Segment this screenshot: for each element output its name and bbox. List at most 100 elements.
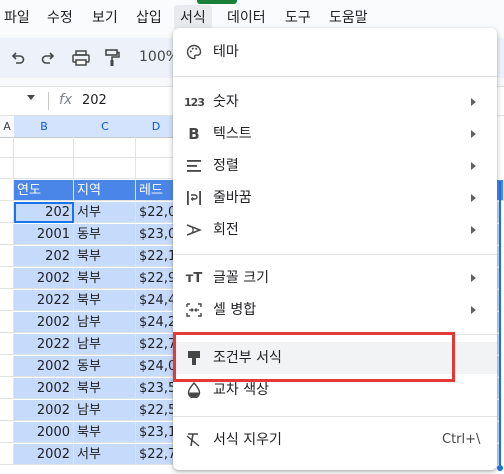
header-cell-red[interactable]: 레드 [136, 180, 176, 201]
menu-item-label: 숫자 [213, 94, 239, 110]
cell[interactable]: 2002 [14, 444, 74, 465]
submenu-arrow-icon [471, 306, 476, 314]
column-header-c[interactable]: C [74, 116, 137, 138]
cell[interactable] [0, 334, 14, 355]
redo-icon[interactable] [38, 48, 58, 68]
cell[interactable]: 서부 [74, 444, 136, 465]
menu-item-clear-formatting[interactable]: 서식 지우기 Ctrl+\ [173, 424, 497, 456]
active-menu-indicator [197, 0, 237, 4]
cell[interactable]: $23,0 [136, 224, 176, 245]
cell[interactable]: 북부 [74, 378, 136, 399]
cell[interactable]: 202 [14, 246, 74, 267]
menu-data[interactable]: 데이터 [227, 9, 266, 27]
cell[interactable] [136, 137, 176, 158]
cell[interactable] [0, 356, 14, 377]
cell[interactable]: 남부 [74, 400, 136, 421]
cell[interactable] [0, 444, 14, 465]
cell[interactable]: 남부 [74, 312, 136, 333]
cell[interactable]: $23,1 [136, 422, 176, 443]
menu-item-font-size[interactable]: тT 글꼴 크기 [173, 262, 497, 294]
cell[interactable]: 2002 [14, 312, 74, 333]
cell[interactable]: 202 [14, 202, 74, 223]
print-icon[interactable] [71, 48, 91, 68]
menu-item-text[interactable]: B 텍스트 [173, 118, 497, 150]
name-box-dropdown-icon[interactable] [27, 95, 35, 100]
merge-icon [185, 301, 203, 319]
undo-icon[interactable] [8, 48, 28, 68]
menu-view[interactable]: 보기 [92, 9, 118, 27]
cell[interactable]: 2002 [14, 378, 74, 399]
menu-item-label: 정렬 [213, 158, 239, 174]
cell[interactable] [0, 137, 14, 158]
cell[interactable] [0, 180, 14, 201]
cell[interactable]: 2001 [14, 224, 74, 245]
cell[interactable] [74, 158, 136, 179]
cell[interactable]: $22,0 [136, 202, 176, 223]
cell[interactable]: 2002 [14, 400, 74, 421]
cell[interactable]: 북부 [74, 268, 136, 289]
menu-item-merge[interactable]: 셀 병합 [173, 294, 497, 326]
cell[interactable]: 북부 [74, 422, 136, 443]
cell[interactable]: 북부 [74, 246, 136, 267]
menu-tools[interactable]: 도구 [285, 9, 311, 27]
header-cell-region[interactable]: 지역 [74, 180, 136, 201]
cell[interactable]: $24,0 [136, 356, 176, 377]
cell[interactable]: 남부 [74, 334, 136, 355]
menu-help[interactable]: 도움말 [329, 9, 368, 27]
cell[interactable] [0, 378, 14, 399]
menu-item-wrap[interactable]: 줄바꿈 [173, 182, 497, 214]
menu-item-label: 서식 지우기 [213, 432, 282, 448]
cell[interactable]: 2000 [14, 422, 74, 443]
cell[interactable]: 동부 [74, 224, 136, 245]
cell[interactable]: $24,2 [136, 312, 176, 333]
formula-input[interactable]: 202 [82, 93, 107, 108]
fx-label: fx [59, 92, 73, 108]
menu-item-theme[interactable]: 테마 [173, 36, 497, 68]
column-header-b[interactable]: B [14, 116, 75, 138]
menu-item-rotate[interactable]: 회전 [173, 214, 497, 246]
cell[interactable]: $23,5 [136, 378, 176, 399]
menu-item-align[interactable]: 정렬 [173, 150, 497, 182]
cell[interactable]: 2002 [14, 268, 74, 289]
cell[interactable]: 2022 [14, 334, 74, 355]
fill-handle[interactable] [497, 465, 503, 471]
column-header-a[interactable]: A [0, 116, 15, 138]
menu-item-number[interactable]: 123 숫자 [173, 86, 497, 118]
cell[interactable] [0, 202, 14, 223]
cell[interactable] [14, 158, 74, 179]
cell[interactable] [0, 158, 14, 179]
cell[interactable] [0, 400, 14, 421]
cell[interactable]: $22,9 [136, 268, 176, 289]
cell[interactable]: $22,7 [136, 444, 176, 465]
cell[interactable] [0, 268, 14, 289]
cell[interactable] [0, 224, 14, 245]
cell[interactable]: 2022 [14, 290, 74, 311]
header-cell-year[interactable]: 연도 [14, 180, 74, 201]
cell[interactable]: 2002 [14, 356, 74, 377]
menu-insert[interactable]: 삽입 [136, 9, 162, 27]
cell[interactable] [74, 137, 136, 158]
cell[interactable] [14, 137, 74, 158]
cell[interactable]: 동부 [74, 356, 136, 377]
submenu-arrow-icon [471, 130, 476, 138]
cell[interactable]: 북부 [74, 290, 136, 311]
shortcut-label: Ctrl+\ [442, 432, 481, 447]
cell[interactable] [0, 246, 14, 267]
cell[interactable] [0, 312, 14, 333]
cell[interactable]: $22,7 [136, 334, 176, 355]
cell[interactable] [0, 422, 14, 443]
paint-format-icon[interactable] [102, 48, 122, 68]
fill-drop-icon [185, 381, 203, 399]
cell[interactable] [0, 290, 14, 311]
cell[interactable]: $22,5 [136, 400, 176, 421]
cell[interactable]: $24,4 [136, 290, 176, 311]
divider [48, 92, 49, 110]
cell[interactable]: $22,1 [136, 246, 176, 267]
menu-item-label: 교차 색상 [213, 382, 269, 398]
cell[interactable]: 서부 [74, 202, 136, 223]
menu-edit[interactable]: 수정 [47, 9, 73, 27]
column-header-d[interactable]: D [136, 116, 177, 138]
menu-file[interactable]: 파일 [4, 9, 30, 27]
cell[interactable] [136, 158, 176, 179]
submenu-arrow-icon [471, 274, 476, 282]
